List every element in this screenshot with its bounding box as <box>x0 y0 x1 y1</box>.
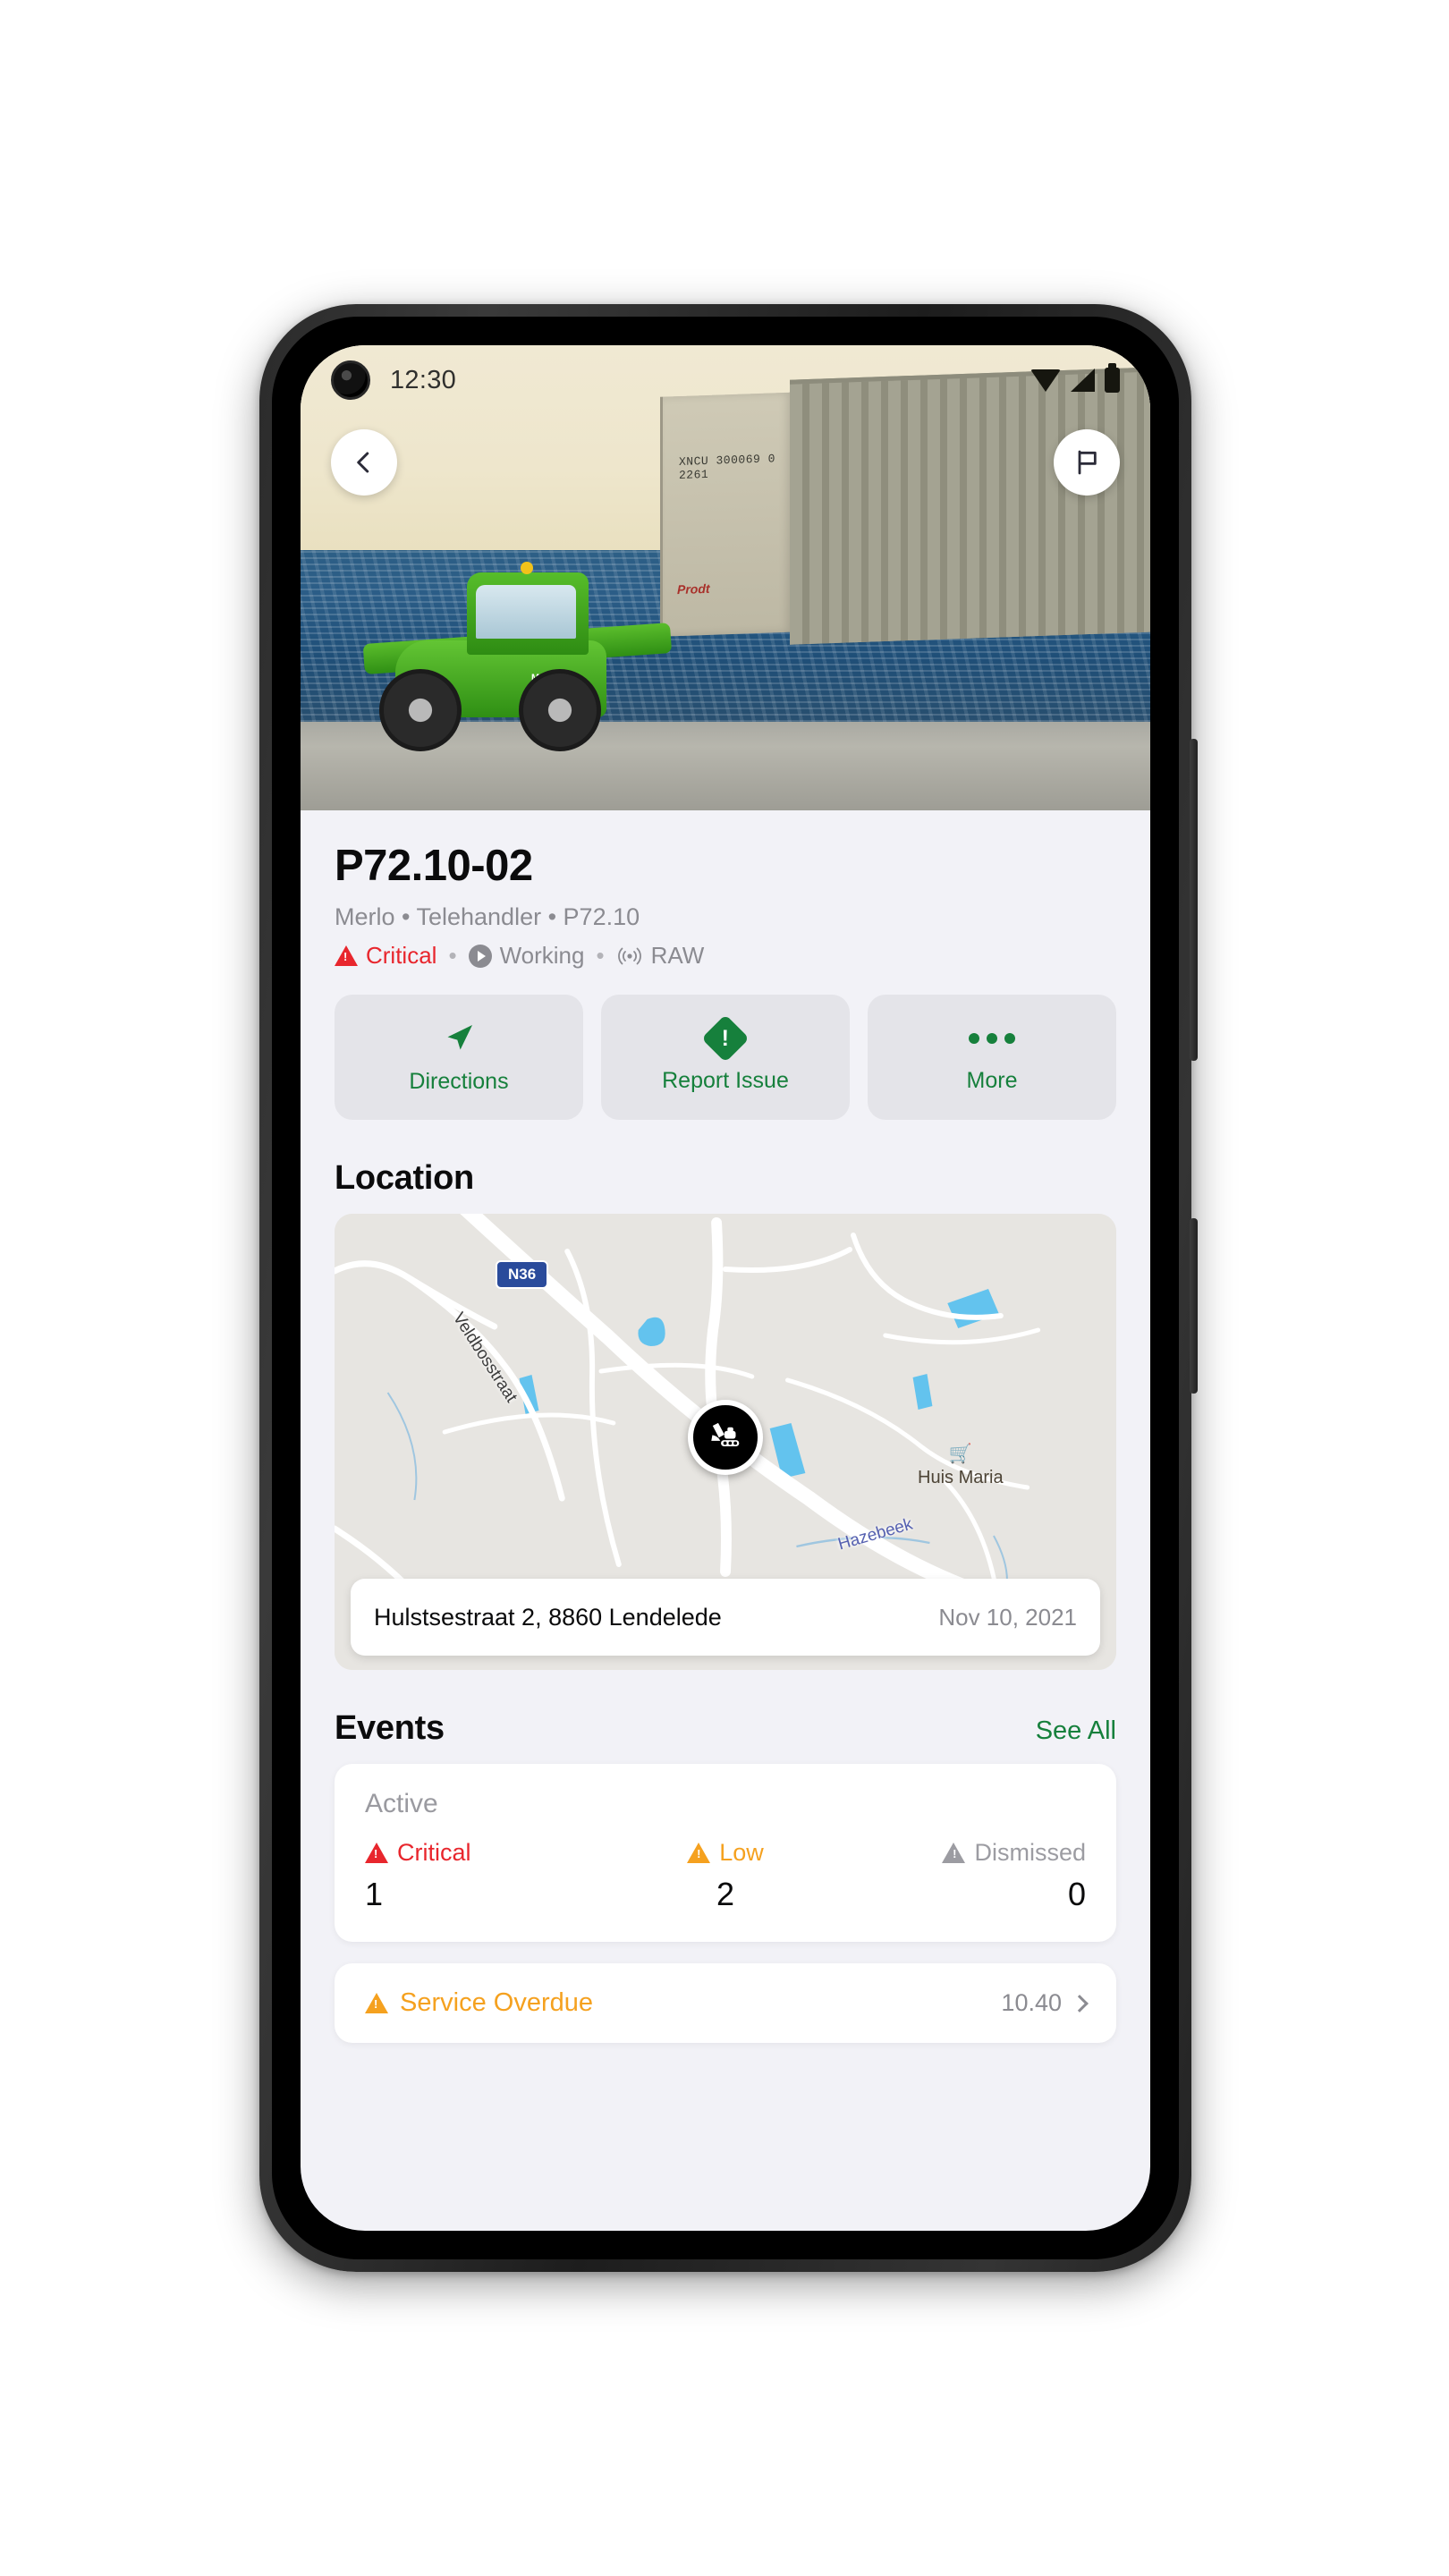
map-poi-huis-maria: 🛒 Huis Maria <box>918 1445 1004 1488</box>
severity-low-label: Low <box>719 1839 764 1866</box>
machine-beacon-light <box>521 562 533 574</box>
alert-diamond-icon: ! <box>701 1013 750 1063</box>
status-signal-label: RAW <box>650 942 705 969</box>
address-bar[interactable]: Hulstsestraat 2, 8860 Lendelede Nov 10, … <box>351 1579 1100 1656</box>
status-condition: Critical <box>335 942 436 970</box>
front-camera-punch-hole <box>331 360 370 400</box>
status-separator-1: • <box>448 942 457 969</box>
machine-rear-wheel <box>519 669 601 751</box>
severity-dismissed-head: Dismissed <box>845 1839 1086 1867</box>
location-section-header: Location <box>301 1120 1150 1214</box>
severity-dismissed[interactable]: Dismissed 0 <box>845 1839 1086 1913</box>
status-separator-2: • <box>596 942 605 969</box>
asset-info-block: P72.10-02 Merlo • Telehandler • P72.10 C… <box>301 810 1150 970</box>
volume-button[interactable] <box>1190 739 1198 1061</box>
warning-triangle-icon <box>365 1843 388 1863</box>
severity-low[interactable]: Low 2 <box>606 1839 846 1913</box>
report-issue-label: Report Issue <box>662 1067 789 1093</box>
page-title: P72.10-02 <box>335 842 533 890</box>
road-badge-n36: N36 <box>496 1260 549 1289</box>
screenshot-stage: XNCU 300069 0 2261 Prodt MERL <box>0 0 1449 2576</box>
excavator-icon <box>711 1422 740 1446</box>
broadcast-antenna-icon <box>617 947 641 964</box>
active-label: Active <box>365 1789 438 1818</box>
phone-bezel: XNCU 300069 0 2261 Prodt MERL <box>272 317 1179 2259</box>
back-chevron-icon <box>357 452 369 473</box>
severity-critical-head: Critical <box>365 1839 606 1867</box>
shopping-cart-icon: 🛒 <box>948 1444 972 1464</box>
location-heading: Location <box>335 1159 474 1197</box>
severity-critical[interactable]: Critical 1 <box>365 1839 606 1913</box>
status-operation-label: Working <box>499 942 585 969</box>
container-code-line2: 2261 <box>679 467 709 483</box>
service-overdue-right: 10.40 <box>1001 1989 1089 2017</box>
events-section-header: Events See All <box>301 1670 1150 1764</box>
power-button[interactable] <box>1190 1218 1198 1394</box>
quick-actions-row: Directions ! Report Issue More <box>301 970 1150 1120</box>
chevron-right-icon <box>1071 1994 1089 2012</box>
severity-dismissed-count: 0 <box>1067 1876 1087 1912</box>
status-time: 12:30 <box>390 365 457 394</box>
severity-grid: Critical 1 Low 2 <box>365 1839 1086 1913</box>
flag-button[interactable] <box>1054 429 1120 496</box>
active-events-card: Active Critical 1 <box>335 1764 1116 1942</box>
battery-icon <box>1105 363 1120 393</box>
severity-critical-label: Critical <box>397 1839 471 1866</box>
status-operation: Working <box>468 942 585 970</box>
asset-status-row: Critical • Working • <box>335 942 1116 970</box>
play-circle-icon <box>468 944 492 968</box>
service-overdue-row[interactable]: Service Overdue 10.40 <box>335 1963 1116 2043</box>
warning-triangle-icon <box>687 1843 711 1863</box>
warning-triangle-icon <box>365 1993 388 2013</box>
severity-critical-count: 1 <box>365 1876 384 1912</box>
status-signal: RAW <box>616 942 705 970</box>
more-label: More <box>966 1067 1018 1093</box>
more-button[interactable]: More <box>868 995 1116 1120</box>
address-date: Nov 10, 2021 <box>938 1603 1077 1631</box>
directions-button[interactable]: Directions <box>335 995 583 1120</box>
severity-dismissed-label: Dismissed <box>974 1839 1087 1866</box>
navigation-arrow-icon <box>447 1024 472 1049</box>
alert-diamond-exclamation: ! <box>721 1024 730 1050</box>
map-poi-label: Huis Maria <box>918 1468 1004 1487</box>
detail-content: P72.10-02 Merlo • Telehandler • P72.10 C… <box>301 810 1150 2043</box>
wifi-icon <box>1030 369 1061 392</box>
service-overdue-value: 10.40 <box>1001 1989 1062 2016</box>
ellipsis-icon <box>969 1021 1015 1055</box>
report-issue-button[interactable]: ! Report Issue <box>601 995 850 1120</box>
asset-map-marker[interactable] <box>688 1400 763 1475</box>
phone-screen: XNCU 300069 0 2261 Prodt MERL <box>301 345 1150 2231</box>
status-icon-group <box>1030 363 1120 393</box>
severity-low-count: 2 <box>716 1876 735 1912</box>
container-code: XNCU 300069 0 2261 <box>679 452 783 482</box>
machine-cab-glass <box>476 585 576 639</box>
see-all-link[interactable]: See All <box>1036 1716 1116 1746</box>
status-condition-label: Critical <box>366 942 437 969</box>
machine-front-wheel <box>379 669 462 751</box>
warning-triangle-icon <box>942 1843 966 1863</box>
severity-low-head: Low <box>606 1839 846 1867</box>
service-overdue-label: Service Overdue <box>400 1988 593 2017</box>
back-button[interactable] <box>331 429 397 496</box>
flag-icon <box>1078 450 1097 475</box>
asset-subtitle: Merlo • Telehandler • P72.10 <box>335 903 640 930</box>
events-heading: Events <box>335 1709 445 1747</box>
status-bar: 12:30 <box>301 345 1150 415</box>
phone-frame: XNCU 300069 0 2261 Prodt MERL <box>259 304 1198 2272</box>
cellular-signal-icon <box>1071 369 1095 392</box>
address-text: Hulstsestraat 2, 8860 Lendelede <box>374 1603 722 1631</box>
warning-triangle-icon <box>335 945 358 966</box>
hero-image: XNCU 300069 0 2261 Prodt MERL <box>301 345 1150 810</box>
service-overdue-left: Service Overdue <box>365 1988 593 2018</box>
directions-label: Directions <box>409 1068 509 1094</box>
telehandler-machine: MERLO <box>352 555 701 751</box>
location-map-card[interactable]: N36 Veldbosstraat Hazebeek 🛒 Huis Maria <box>335 1214 1116 1670</box>
